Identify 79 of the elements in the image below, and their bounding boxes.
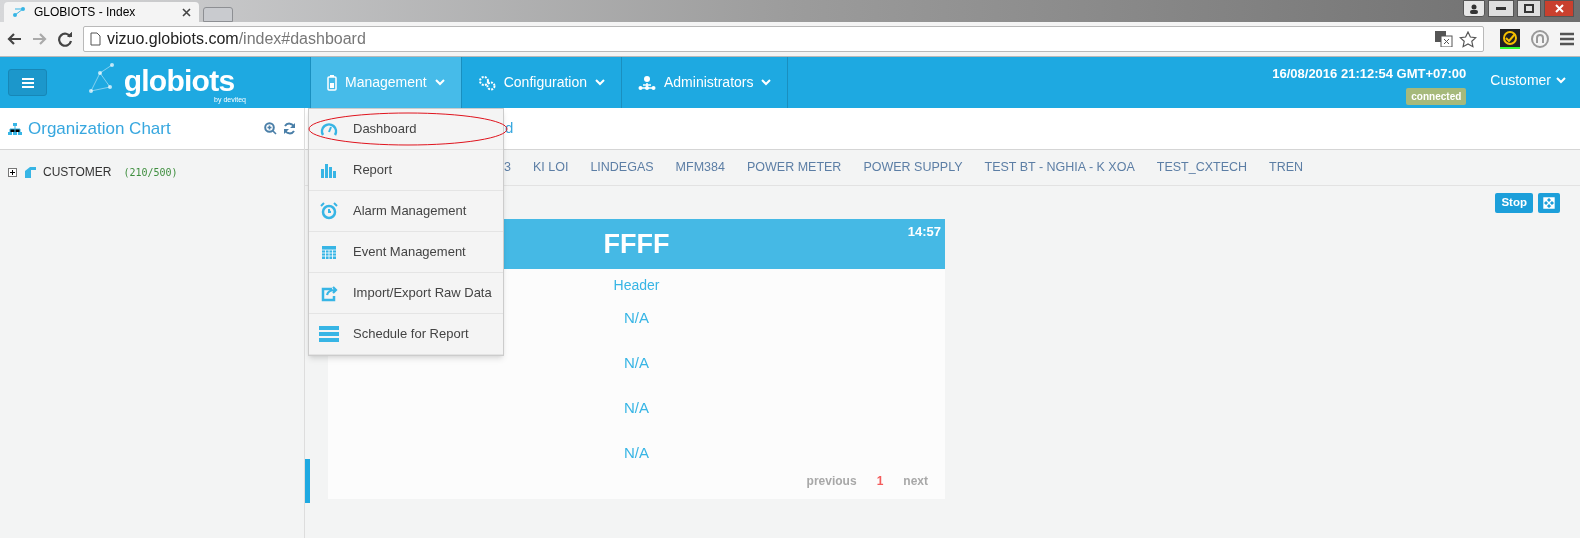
gauge-icon (320, 121, 338, 137)
value-text: N/A (624, 398, 649, 419)
node-icon (23, 165, 37, 179)
users-icon (638, 74, 656, 91)
close-icon (1554, 4, 1564, 13)
nav-menu-item[interactable]: Management (311, 57, 462, 108)
value-text: N/A (624, 353, 649, 374)
pagination-link[interactable]: next (903, 472, 928, 490)
expand-icon[interactable] (8, 167, 17, 177)
translate-icon[interactable] (1435, 31, 1453, 47)
dropdown-menu-item[interactable]: Event Management (309, 232, 503, 273)
device-tab[interactable]: LINDEGAS (590, 158, 654, 177)
maximize-button[interactable] (1517, 0, 1541, 17)
device-tab[interactable]: POWER SUPPLY (863, 158, 963, 177)
server-icon (319, 326, 339, 342)
url-text: vizuo.globiots.com/index#dashboard (107, 29, 366, 49)
widget-time: 14:57 (907, 223, 941, 241)
maximize-icon (1524, 4, 1534, 13)
bar-chart-icon (321, 162, 337, 178)
menu-icon (21, 77, 34, 88)
chevron-down-icon (1556, 77, 1566, 84)
user-menu[interactable]: Customer (1490, 70, 1566, 91)
device-tab[interactable]: KI LOI (532, 158, 569, 177)
extension-icon[interactable] (1530, 29, 1550, 49)
device-tab[interactable]: TEST BT - NGHIA - K XOA (984, 158, 1135, 177)
logo-text: globiots (123, 66, 235, 96)
minimize-button[interactable] (1488, 0, 1514, 17)
chevron-down-icon (761, 79, 772, 86)
share-icon (320, 284, 338, 302)
browser-tab[interactable]: GLOBIOTS - Index (4, 2, 199, 22)
device-tab[interactable]: MFM384 (675, 158, 725, 177)
battery-icon (327, 74, 337, 91)
reload-icon[interactable] (58, 31, 73, 47)
profile-button[interactable] (1463, 0, 1485, 17)
dropdown-menu-item[interactable]: Alarm Management (309, 191, 503, 232)
fullscreen-button[interactable] (1538, 193, 1560, 213)
star-icon[interactable] (1459, 30, 1477, 48)
network-icon (12, 6, 26, 18)
scroll-indicator (305, 459, 310, 503)
close-icon[interactable] (182, 7, 191, 17)
dropdown-menu-item[interactable]: Dashboard (309, 109, 503, 150)
device-tab[interactable]: TREN (1269, 158, 1304, 177)
device-count: (210/500) (123, 165, 178, 180)
fullscreen-icon (1543, 197, 1555, 209)
column-header: Header (613, 276, 660, 295)
person-icon (1469, 3, 1479, 14)
datetime-text: 16/08/2016 21:12:54 GMT+07:00 (1272, 65, 1467, 84)
tree-item[interactable]: CUSTOMER (43, 163, 112, 181)
device-tab[interactable]: TEST_CXTECH (1156, 158, 1248, 177)
address-bar[interactable]: vizuo.globiots.com/index#dashboard (83, 26, 1484, 52)
breadcrumb-text: d (505, 118, 514, 139)
checkmark-icon[interactable] (1500, 29, 1520, 49)
gears-icon (477, 74, 496, 91)
menu-icon[interactable] (1560, 32, 1574, 46)
page-icon (90, 32, 101, 46)
close-window-button[interactable] (1544, 0, 1574, 17)
chevron-down-icon (434, 79, 445, 86)
chevron-down-icon (595, 79, 605, 86)
back-arrow-icon[interactable] (6, 32, 22, 46)
sidebar-toggle-button[interactable] (8, 69, 47, 96)
zoom-in-icon[interactable] (264, 122, 277, 135)
pagination-link[interactable]: previous (806, 472, 857, 490)
org-chart-icon (8, 122, 22, 135)
value-text: N/A (624, 443, 649, 464)
stop-button[interactable]: Stop (1495, 193, 1533, 213)
value-text: N/A (624, 308, 649, 329)
widget-title: FFFF (603, 227, 670, 261)
device-tab[interactable]: 3 (504, 158, 511, 177)
dropdown-menu-item[interactable]: Report (309, 150, 503, 191)
alarm-clock-icon (320, 202, 338, 220)
device-tab[interactable]: POWER METER (746, 158, 842, 177)
dropdown-menu-item[interactable]: Schedule for Report (309, 314, 503, 355)
dropdown-menu-item[interactable]: Import/Export Raw Data (309, 273, 503, 314)
connection-status: connected (1406, 87, 1467, 105)
minimize-icon (1496, 7, 1506, 10)
refresh-icon[interactable] (283, 122, 296, 135)
pagination-link[interactable]: 1 (876, 472, 884, 490)
sidebar-title: Organization Chart (28, 117, 171, 140)
calendar-icon (321, 244, 337, 260)
